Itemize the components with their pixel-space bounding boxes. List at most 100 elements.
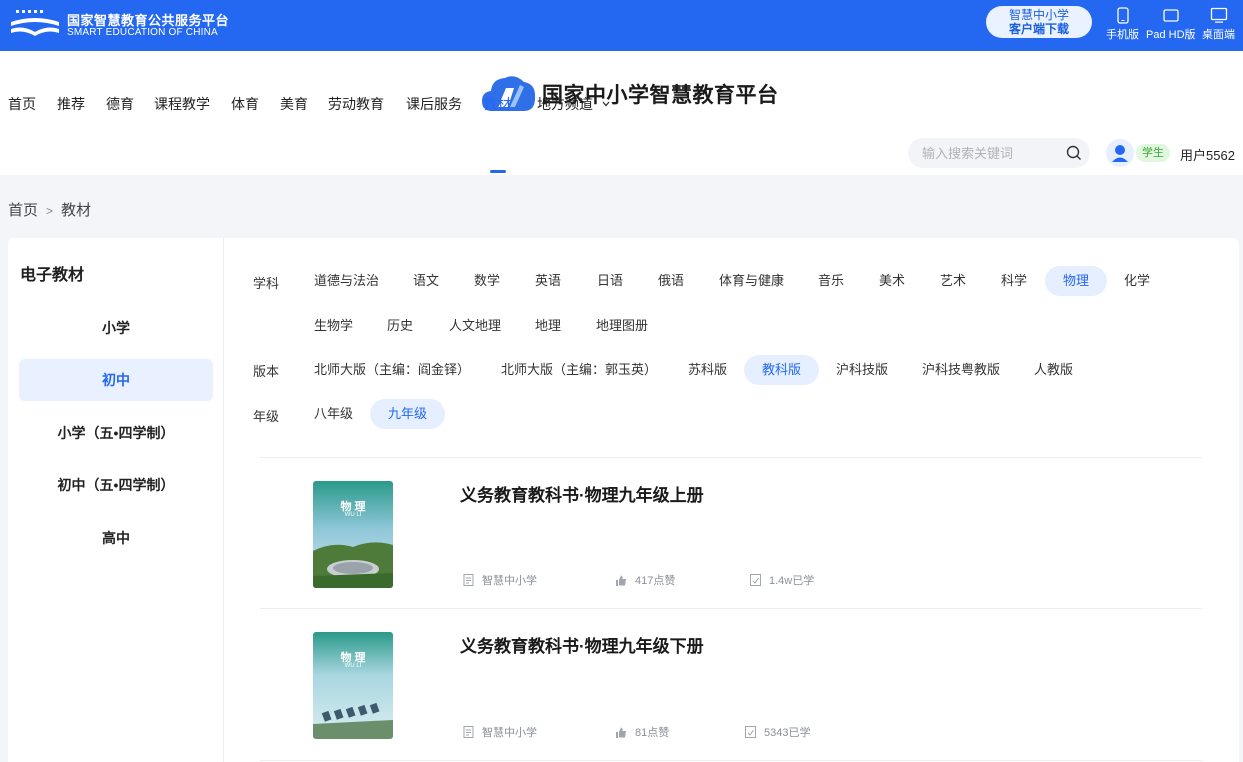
search-input[interactable] [922, 138, 1062, 168]
book-likes-label: 81点赞 [635, 727, 670, 739]
subject-chip[interactable]: 道德与法治 [296, 266, 397, 296]
book-title[interactable]: 义务教育教科书·物理九年级上册 [460, 481, 704, 506]
study-record-icon [745, 726, 756, 738]
edition-chip[interactable]: 北师大版（主编：郭玉英） [483, 355, 675, 385]
subject-chip[interactable]: 化学 [1106, 266, 1168, 296]
nav-item-labor[interactable]: 劳动教育 [328, 94, 384, 114]
device-desktop-label: 桌面端 [1202, 29, 1235, 41]
grade-chip[interactable]: 八年级 [296, 399, 371, 429]
nav-item-after-school[interactable]: 课后服务 [406, 94, 462, 114]
tablet-icon [1163, 9, 1179, 22]
book-likes: 417点赞 [615, 572, 675, 588]
sidebar-item-primary[interactable]: 小学 [19, 307, 213, 349]
breadcrumb-separator: > [46, 204, 54, 218]
breadcrumb: 首页 > 教材 [8, 199, 91, 220]
book-likes: 81点赞 [615, 724, 669, 740]
book-cover-subtitle: WU LI [344, 512, 362, 518]
edition-chip[interactable]: 沪科技版 [818, 355, 906, 385]
edition-chip-active[interactable]: 教科版 [744, 355, 820, 385]
search-icon[interactable] [1066, 145, 1082, 161]
subject-chip-active[interactable]: 物理 [1045, 266, 1108, 296]
edition-chip[interactable]: 苏科版 [670, 355, 745, 385]
device-desktop[interactable]: 桌面端 [1202, 7, 1235, 42]
nav-item-sports[interactable]: 体育 [231, 94, 259, 114]
book-publisher-label: 智慧中小学 [482, 575, 537, 587]
phone-icon [1116, 7, 1129, 24]
thumbs-up-icon [616, 727, 626, 738]
center-logo[interactable]: 国家中小学智慧教育平台 [480, 71, 779, 117]
book-learners-label: 5343已学 [764, 727, 811, 739]
device-tablet-label: Pad HD版 [1146, 29, 1196, 41]
sidebar-item-primary-54[interactable]: 小学（五•四学制） [19, 412, 213, 454]
search-box [908, 138, 1090, 168]
subject-chip[interactable]: 语文 [395, 266, 457, 296]
content-card: 电子教材 小学 初中 小学（五•四学制） 初中（五•四学制） 高中 学科 道德与… [8, 238, 1239, 762]
nav-item-arts[interactable]: 美育 [280, 94, 308, 114]
client-download-button[interactable]: 智慧中小学 客户端下载 [986, 6, 1092, 38]
nav-item-local-label: 地方频道 [537, 96, 593, 112]
grade-chip-active[interactable]: 九年级 [370, 399, 446, 429]
download-line2: 客户端下载 [1008, 22, 1069, 36]
study-record-icon [750, 574, 761, 586]
download-line1: 智慧中小学 [1008, 8, 1069, 22]
subject-chip[interactable]: 艺术 [922, 266, 984, 296]
user-name[interactable]: 用户5562 [1180, 145, 1235, 164]
book-learners: 5343已学 [745, 724, 810, 740]
thumbs-up-icon [616, 575, 626, 586]
avatar[interactable] [1106, 139, 1134, 167]
subject-chip[interactable]: 数学 [456, 266, 518, 296]
nav-item-local-channel[interactable]: 地方频道 [537, 94, 611, 114]
breadcrumb-current: 教材 [61, 202, 92, 219]
subject-chip[interactable]: 地理 [517, 311, 579, 341]
subject-chip[interactable]: 体育与健康 [701, 266, 802, 296]
subject-chip[interactable]: 日语 [579, 266, 641, 296]
sidebar-item-junior-54[interactable]: 初中（五•四学制） [19, 464, 213, 506]
nav-item-courses[interactable]: 课程教学 [154, 94, 210, 114]
subject-chip[interactable]: 科学 [983, 266, 1045, 296]
document-icon [463, 726, 474, 738]
user-icon [1112, 145, 1128, 162]
sidebar-title: 电子教材 [20, 267, 85, 284]
device-tablet[interactable]: Pad HD版 [1146, 7, 1196, 42]
book-publisher-label: 智慧中小学 [482, 727, 537, 739]
grade-label: 年级 [253, 409, 280, 424]
book-likes-label: 417点赞 [635, 575, 676, 587]
sidebar-item-junior[interactable]: 初中 [19, 359, 213, 401]
book-title[interactable]: 义务教育教科书·物理九年级下册 [460, 632, 704, 657]
list-divider [260, 457, 1202, 458]
chevron-down-icon [602, 101, 610, 107]
brand-name-en: SMART EDUCATION OF CHINA [67, 27, 218, 38]
book-cover[interactable]: 物 理 WU LI [313, 632, 393, 739]
book-cover-subtitle: WU LI [344, 663, 362, 669]
list-divider [260, 760, 1202, 761]
subject-chip[interactable]: 音乐 [800, 266, 862, 296]
breadcrumb-home[interactable]: 首页 [8, 202, 38, 219]
subject-chip[interactable]: 英语 [517, 266, 579, 296]
nav-item-moral[interactable]: 德育 [106, 94, 134, 114]
device-phone[interactable]: 手机版 [1106, 7, 1139, 42]
platform-logo-icon[interactable] [8, 8, 62, 40]
subject-chip[interactable]: 人文地理 [431, 311, 519, 341]
book-publisher: 智慧中小学 [463, 724, 537, 740]
book-learners-label: 1.4w已学 [769, 575, 815, 587]
book-cover[interactable]: 物 理 WU LI [313, 481, 393, 588]
nav-item-recommend[interactable]: 推荐 [57, 94, 85, 114]
edition-chip[interactable]: 沪科技粤教版 [904, 355, 1018, 385]
device-phone-label: 手机版 [1106, 29, 1139, 41]
edition-chip[interactable]: 人教版 [1016, 355, 1091, 385]
nav-item-textbooks[interactable]: 教材 [483, 94, 511, 114]
sidebar-item-senior[interactable]: 高中 [19, 517, 213, 559]
edition-label: 版本 [253, 364, 280, 379]
subject-label: 学科 [253, 276, 280, 291]
book-publisher: 智慧中小学 [463, 572, 537, 588]
nav-item-home[interactable]: 首页 [8, 94, 36, 114]
desktop-icon [1210, 7, 1227, 23]
subject-chip[interactable]: 俄语 [640, 266, 702, 296]
subject-chip[interactable]: 历史 [369, 311, 431, 341]
subject-chip[interactable]: 地理图册 [578, 311, 666, 341]
edition-chip[interactable]: 北师大版（主编：阎金铎） [296, 355, 488, 385]
top-bar: 国家智慧教育公共服务平台 SMART EDUCATION OF CHINA 智慧… [0, 0, 1243, 51]
nav-active-indicator [490, 170, 506, 173]
subject-chip[interactable]: 美术 [861, 266, 923, 296]
subject-chip[interactable]: 生物学 [296, 311, 371, 341]
